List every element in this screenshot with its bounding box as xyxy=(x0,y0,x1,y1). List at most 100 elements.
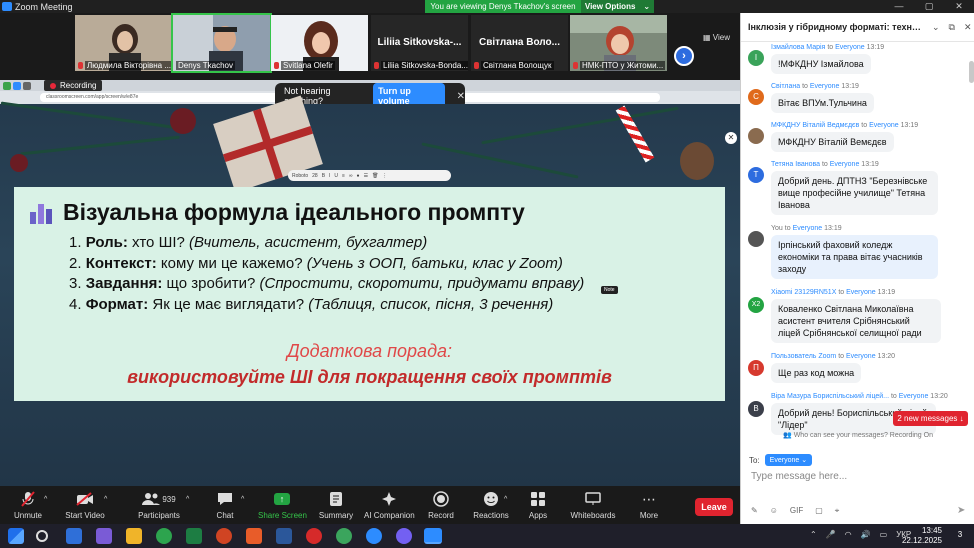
file-explorer-icon[interactable] xyxy=(126,528,142,544)
sender-name[interactable]: Світлана xyxy=(771,83,800,90)
share-screen-button[interactable]: ↑ Share Screen xyxy=(258,490,307,520)
shared-screen: Recording classroomscreen.com/app/screen… xyxy=(0,80,740,486)
note-tag[interactable]: Note xyxy=(601,286,618,294)
delete-icon[interactable]: 🗑 xyxy=(372,173,378,179)
recipient-select[interactable]: Everyone ⌄ xyxy=(764,454,813,466)
start-menu-icon[interactable] xyxy=(8,528,24,544)
view-button[interactable]: ▦ View xyxy=(703,33,730,42)
reactions-options-chevron-icon[interactable]: ^ xyxy=(504,496,507,503)
summary-button[interactable]: Summary xyxy=(318,490,354,520)
chat-message-list[interactable]: I Ізмайлова Марія to Everyone 13:19 !МФК… xyxy=(741,42,971,442)
gif-icon[interactable]: GIF xyxy=(790,506,803,516)
align-icon[interactable]: ☰ xyxy=(364,173,368,179)
excel-icon[interactable] xyxy=(186,528,202,544)
mic-icon[interactable]: 🎤 xyxy=(826,530,836,539)
copilot-icon[interactable] xyxy=(96,528,112,544)
chevron-up-icon[interactable]: ⌃ xyxy=(810,530,817,539)
view-options-button[interactable]: View Options ⌄ xyxy=(581,0,654,13)
sender-name[interactable]: Xiaomi 23129RN51X xyxy=(771,289,836,296)
new-messages-button[interactable]: 2 new messages ↓ xyxy=(893,411,968,426)
more-icon[interactable]: ⋮ xyxy=(382,173,387,179)
slide-title-row: Візуальна формула ідеального промпту xyxy=(30,199,525,226)
whiteboards-button[interactable]: Whiteboards xyxy=(570,490,616,520)
participants-options-chevron-icon[interactable]: ^ xyxy=(186,496,189,503)
to-label: To: xyxy=(749,455,760,465)
sender-name[interactable]: Віра Мазура Бориспільський ліцей... xyxy=(771,393,889,400)
participant-tile[interactable]: Світлана Воло... Світлана Волощук xyxy=(471,15,568,71)
chevron-down-icon[interactable]: ⌄ xyxy=(932,22,940,33)
to-word: to xyxy=(821,161,828,168)
chat-scrollbar[interactable] xyxy=(969,61,974,83)
list-item: 1. Роль: хто ШІ? (Вчитель, асистент, бух… xyxy=(69,233,584,254)
more-button[interactable]: ⋯ More xyxy=(636,490,662,521)
close-hint-icon[interactable]: ✕ xyxy=(457,91,465,102)
unmute-button[interactable]: Unmute xyxy=(12,490,44,520)
minimize-icon[interactable]: — xyxy=(884,0,914,13)
unmute-options-chevron-icon[interactable]: ^ xyxy=(44,496,47,503)
chat-options-chevron-icon[interactable]: ^ xyxy=(241,496,244,503)
close-chat-icon[interactable]: ✕ xyxy=(964,22,972,33)
item-key: Контекст: xyxy=(85,254,157,272)
send-icon[interactable]: ➤ xyxy=(957,505,965,516)
sender-name[interactable]: Ізмайлова Марія xyxy=(771,44,825,51)
maximize-icon[interactable]: ▢ xyxy=(914,0,944,13)
close-circle-icon[interactable]: ✕ xyxy=(725,132,737,144)
format-icon[interactable]: ✎ xyxy=(751,506,758,516)
search-icon[interactable] xyxy=(36,530,48,542)
emoji-icon[interactable]: ☺ xyxy=(770,506,778,516)
edge-icon[interactable] xyxy=(66,528,82,544)
chat-button[interactable]: Chat xyxy=(210,490,240,520)
bold-icon[interactable]: B xyxy=(322,173,325,179)
word-icon[interactable] xyxy=(276,528,292,544)
chevron-down-icon: ⌄ xyxy=(643,2,651,11)
sender-name[interactable]: МФКДНУ Віталій Ведмєдєв xyxy=(771,122,859,129)
color-icon[interactable]: ● xyxy=(357,173,360,179)
participants-button[interactable]: 939 Participants xyxy=(135,490,183,520)
file-icon[interactable]: ▢ xyxy=(815,506,823,516)
close-window-icon[interactable]: ✕ xyxy=(944,0,974,13)
zoom-taskbar-icon[interactable] xyxy=(424,528,442,544)
reactions-button[interactable]: Reactions xyxy=(472,490,510,520)
apps-button[interactable]: Apps xyxy=(524,490,552,520)
chrome-icon[interactable] xyxy=(336,528,352,544)
powerpoint-icon[interactable] xyxy=(246,528,262,544)
screenshot-icon[interactable]: ⌖ xyxy=(835,506,840,516)
app-icon[interactable] xyxy=(216,528,232,544)
sender-name[interactable]: Пользователь Zoom xyxy=(771,353,836,360)
chrome-icon[interactable] xyxy=(156,528,172,544)
opera-icon[interactable] xyxy=(306,528,322,544)
participant-tile[interactable]: Liliia Sitkovska-... Liliia Sitkovska-Bo… xyxy=(371,15,468,71)
participant-tile[interactable]: Людмила Вікторівна ... xyxy=(75,15,172,71)
chrome-profile-icon[interactable] xyxy=(366,528,382,544)
notification-center-icon[interactable]: 3 xyxy=(953,530,967,542)
participant-display-name: Світлана Воло... xyxy=(479,37,560,48)
list-icon[interactable]: ≡ xyxy=(342,173,345,179)
avatar: B xyxy=(748,401,764,417)
volume-icon[interactable]: 🔊 xyxy=(861,530,871,539)
viber-icon[interactable] xyxy=(396,528,412,544)
record-button[interactable]: Record xyxy=(426,490,456,520)
underline-icon[interactable]: U xyxy=(334,173,338,179)
next-page-arrow-icon[interactable]: › xyxy=(674,46,694,66)
chat-input[interactable]: Type message here... xyxy=(751,471,847,482)
participant-tile[interactable]: НМК-ПТО у Житоми... xyxy=(570,15,667,71)
list-item: 4. Формат: Як це має виглядати? (Таблиця… xyxy=(69,295,584,316)
video-options-chevron-icon[interactable]: ^ xyxy=(104,496,107,503)
text-format-toolbar[interactable]: Roboto 28 B I U ≡ ∞ ● ☰ 🗑 ⋮ xyxy=(288,170,451,181)
battery-icon[interactable]: ▭ xyxy=(880,530,888,539)
recipient-row: To: Everyone ⌄ xyxy=(749,454,813,466)
italic-icon[interactable]: I xyxy=(329,173,330,179)
recording-indicator[interactable]: Recording xyxy=(44,80,103,91)
sender-name[interactable]: Тетяна Іванова xyxy=(771,161,820,168)
who-can-see-link[interactable]: 👥 Who can see your messages? Recording O… xyxy=(741,431,974,439)
start-video-button[interactable]: Start Video xyxy=(64,490,106,520)
pop-out-icon[interactable]: ⧉ xyxy=(949,22,955,33)
ai-companion-button[interactable]: AI Companion xyxy=(364,490,415,520)
wifi-icon[interactable]: ◠ xyxy=(845,530,852,539)
leave-button[interactable]: Leave xyxy=(695,498,733,516)
taskbar-clock[interactable]: 13:45 22.12.2025 xyxy=(900,526,942,546)
message-bubble: Ще раз код можна xyxy=(771,363,862,383)
participant-tile[interactable]: Svitlana Olefir xyxy=(271,15,368,71)
participant-tile-active[interactable]: Denys Tkachov xyxy=(171,13,272,73)
link-icon[interactable]: ∞ xyxy=(349,173,353,179)
